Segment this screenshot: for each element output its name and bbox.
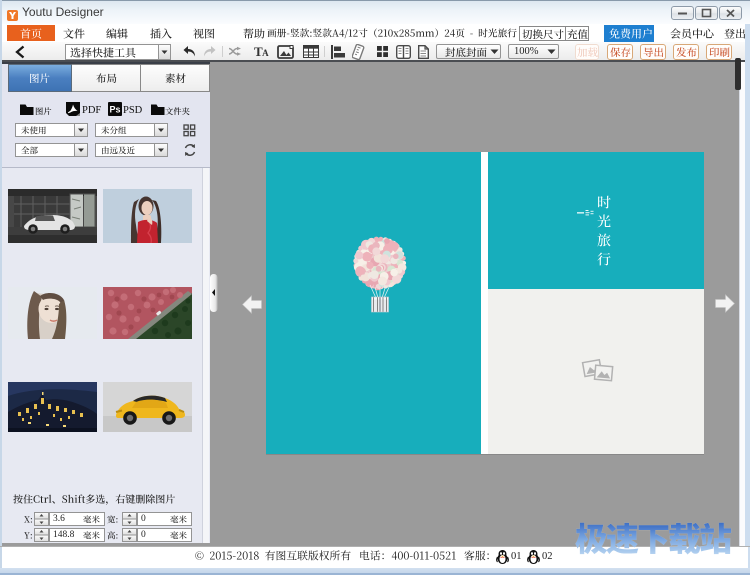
svg-text:Ps: Ps — [109, 105, 120, 115]
